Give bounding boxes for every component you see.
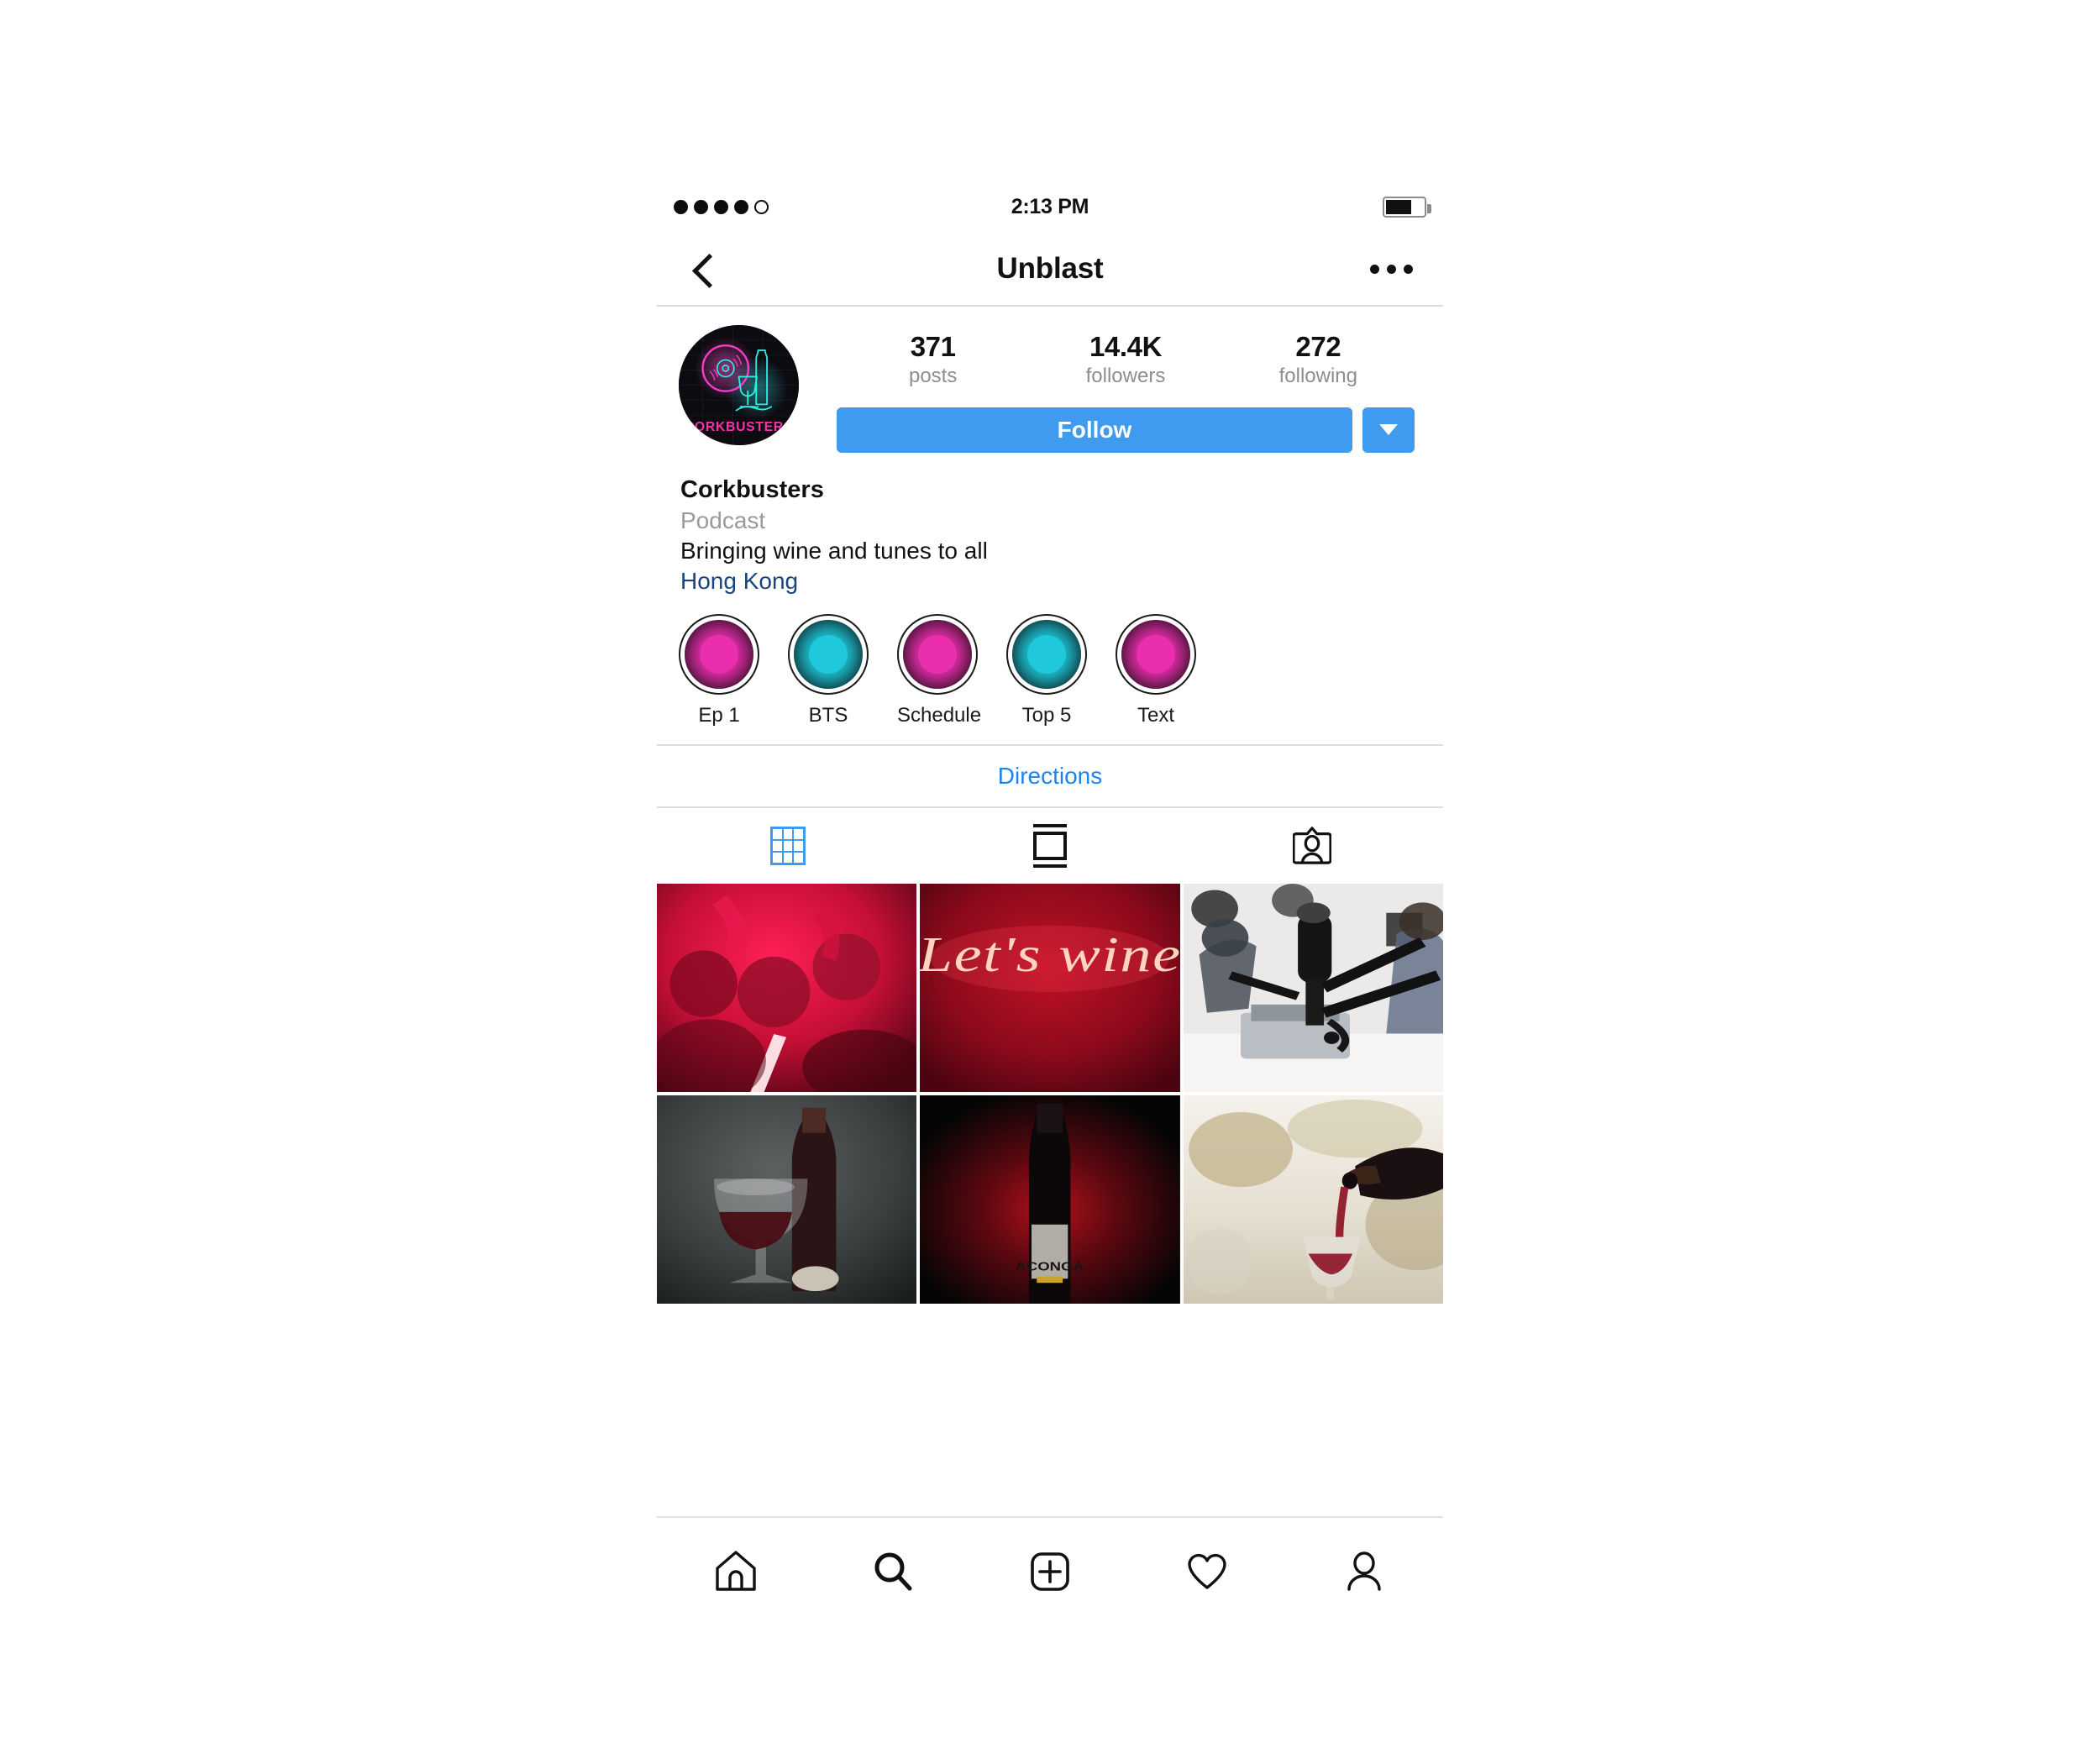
profile-actions: Follow — [837, 407, 1415, 453]
stat-followers-label: followers — [1085, 364, 1166, 387]
highlight-ring — [679, 614, 759, 696]
post-thumbnail[interactable] — [1183, 884, 1443, 1093]
stat-posts-value: 371 — [910, 331, 956, 362]
highlight-ring — [1116, 614, 1196, 696]
highlight-ring — [1006, 614, 1087, 696]
profile-location-link[interactable]: Hong Kong — [680, 566, 1420, 596]
tab-grid[interactable] — [657, 808, 919, 884]
highlight-cover — [1121, 620, 1190, 690]
person-icon — [1347, 1551, 1382, 1591]
reels-icon — [1032, 824, 1068, 869]
tagged-icon — [1292, 826, 1332, 866]
profile-bio: Bringing wine and tunes to all — [680, 537, 988, 564]
story-highlights: Ep 1 BTS Schedule Top 5 Text — [657, 596, 1443, 727]
tab-tagged[interactable] — [1181, 808, 1443, 884]
page-title: Unblast — [996, 252, 1104, 285]
highlight-bts[interactable]: BTS — [788, 614, 869, 727]
avatar[interactable]: CORKBUSTERS — [679, 325, 799, 445]
profile-header: CORKBUSTERS 371 posts 14.4K followers 27… — [657, 307, 1443, 453]
home-icon — [715, 1551, 756, 1591]
svg-text:CORKBUSTERS: CORKBUSTERS — [685, 420, 793, 434]
highlight-label: Top 5 — [1021, 704, 1072, 727]
nav-bar: Unblast — [657, 233, 1443, 307]
stat-posts-label: posts — [908, 364, 958, 387]
plus-square-icon — [1031, 1552, 1069, 1591]
highlight-label: Ep 1 — [698, 704, 740, 727]
highlight-glow — [700, 635, 738, 675]
highlight-ring — [788, 614, 869, 696]
nav-profile[interactable] — [1286, 1549, 1443, 1594]
phone-screen: 2:13 PM Unblast CORKBUSTERS 371 posts 14… — [657, 181, 1443, 1625]
content-tabs — [657, 808, 1443, 884]
highlight-ep-1[interactable]: Ep 1 — [679, 614, 759, 727]
highlight-label: Schedule — [897, 704, 982, 727]
stat-followers-value: 14.4K — [1089, 331, 1163, 362]
highlight-glow — [1137, 635, 1175, 675]
highlight-glow — [1027, 635, 1066, 675]
search-icon — [874, 1552, 912, 1591]
battery-icon — [1383, 196, 1431, 218]
battery-fill — [1386, 199, 1411, 214]
highlight-cover — [685, 620, 753, 690]
highlight-cover — [903, 620, 972, 690]
grid-icon — [770, 827, 806, 866]
post-thumbnail[interactable]: Let's wine — [920, 884, 1180, 1093]
highlight-cover — [1012, 620, 1081, 690]
profile-stats-and-actions: 371 posts 14.4K followers 272 following … — [799, 325, 1421, 453]
heart-icon — [1188, 1553, 1226, 1589]
highlight-label: BTS — [808, 704, 848, 727]
svg-text:ACONGA: ACONGA — [1016, 1259, 1084, 1273]
directions-button[interactable]: Directions — [657, 744, 1443, 809]
nav-create[interactable] — [971, 1549, 1128, 1594]
stats-row: 371 posts 14.4K followers 272 following — [837, 325, 1415, 389]
highlight-text[interactable]: Text — [1116, 614, 1196, 727]
follow-options-button[interactable] — [1362, 407, 1415, 453]
highlight-ring — [897, 614, 978, 696]
post-thumbnail[interactable] — [657, 1095, 917, 1305]
highlight-label: Text — [1137, 704, 1174, 727]
post-thumbnail[interactable] — [657, 884, 917, 1093]
nav-activity[interactable] — [1129, 1549, 1286, 1594]
tab-reels[interactable] — [919, 808, 1181, 884]
profile-category: Podcast — [680, 507, 766, 533]
highlight-glow — [918, 635, 957, 675]
post-thumbnail[interactable]: ACONGA — [920, 1095, 1180, 1305]
profile-name: Corkbusters — [680, 475, 824, 503]
stat-following-value: 272 — [1295, 331, 1341, 362]
bio-section: Corkbusters Podcast Bringing wine and tu… — [657, 453, 1443, 596]
stat-posts[interactable]: 371 posts — [883, 331, 984, 389]
svg-text:Let's wine: Let's wine — [920, 927, 1179, 982]
stat-followers[interactable]: 14.4K followers — [1075, 331, 1176, 389]
battery-cap — [1427, 203, 1431, 213]
highlight-schedule[interactable]: Schedule — [897, 614, 982, 727]
post-thumbnail[interactable] — [1183, 1095, 1443, 1305]
post-grid: Let's wine ACONGA — [657, 884, 1443, 1305]
highlight-cover — [794, 620, 863, 690]
follow-button[interactable]: Follow — [837, 407, 1352, 453]
caret-down-icon — [1379, 424, 1398, 436]
status-bar: 2:13 PM — [657, 181, 1443, 233]
status-time: 2:13 PM — [1011, 194, 1089, 218]
stat-following-label: following — [1278, 364, 1357, 387]
stat-following[interactable]: 272 following — [1268, 331, 1368, 389]
highlight-top-5[interactable]: Top 5 — [1006, 614, 1087, 727]
highlight-glow — [809, 635, 848, 675]
bottom-nav — [657, 1516, 1443, 1625]
nav-home[interactable] — [657, 1549, 814, 1594]
nav-search[interactable] — [814, 1549, 971, 1594]
